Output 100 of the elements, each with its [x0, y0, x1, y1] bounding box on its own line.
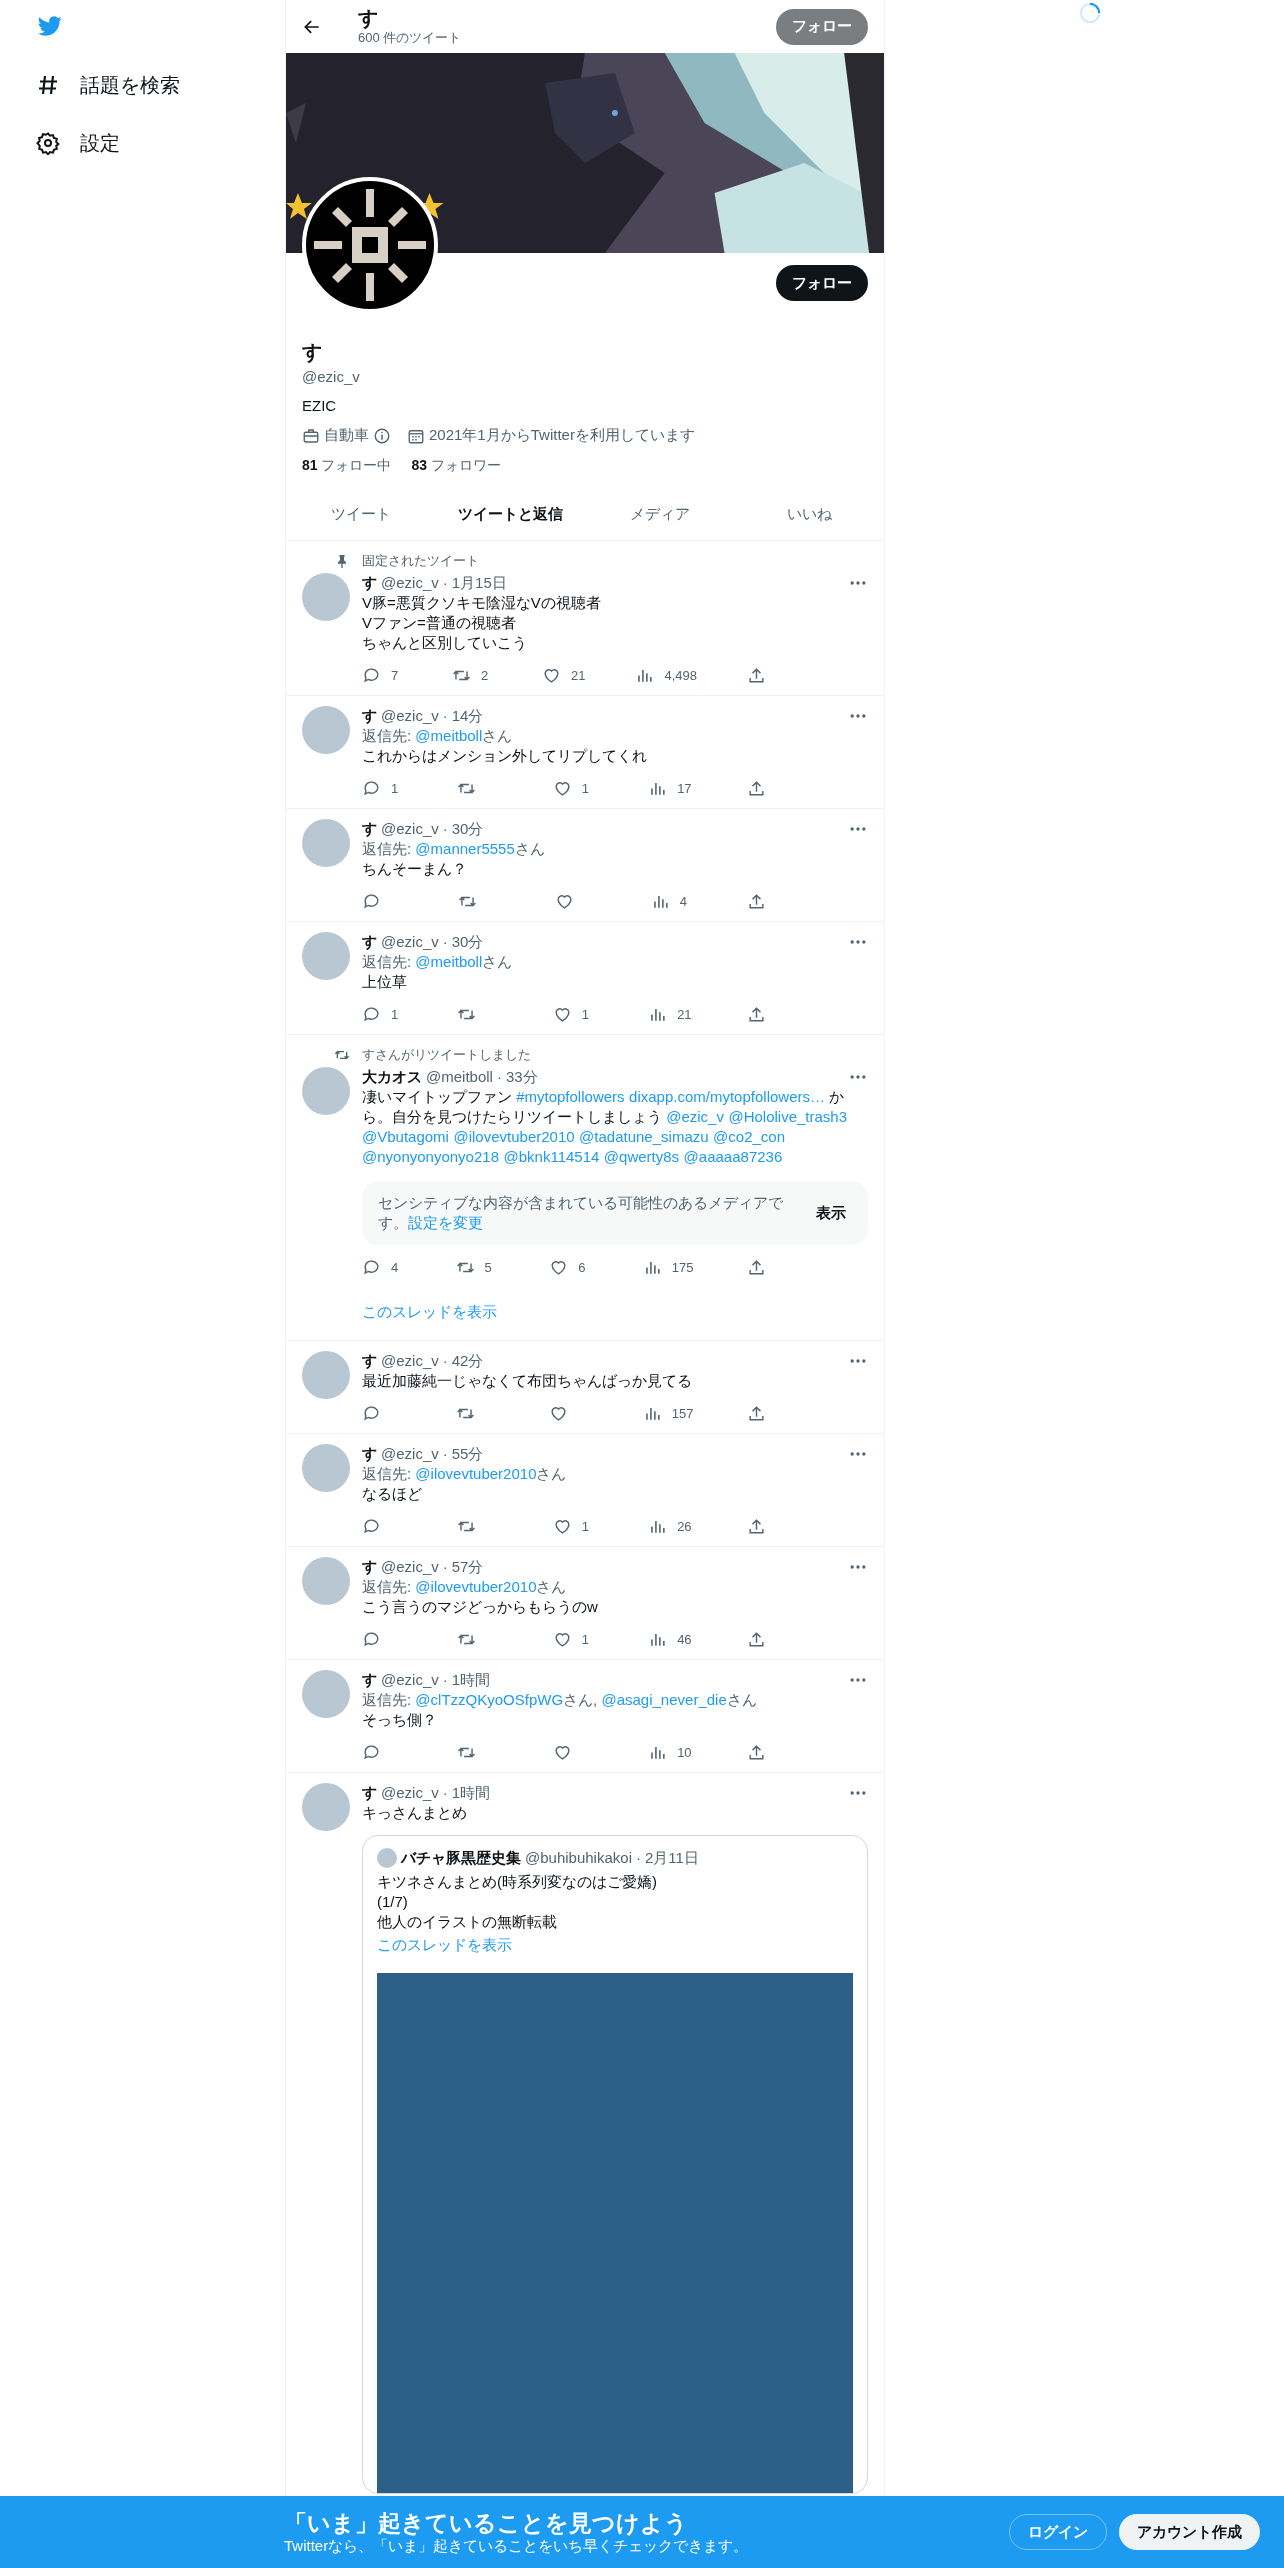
- share-icon: [746, 665, 766, 685]
- share-icon: [747, 891, 766, 911]
- tweet-time[interactable]: 30分: [451, 932, 484, 952]
- tweet-time[interactable]: 1月15日: [451, 573, 507, 593]
- tweet-text-line: Vファン=普通の視聴者: [362, 613, 517, 633]
- author-name[interactable]: す: [362, 819, 377, 839]
- author-name[interactable]: す: [362, 706, 377, 726]
- dot-separator: ·: [442, 932, 448, 952]
- tweet-time[interactable]: 1時間: [451, 1783, 491, 1803]
- retweet-button[interactable]: 2: [452, 665, 492, 685]
- like-button[interactable]: 1: [552, 778, 593, 798]
- bird-logo-icon[interactable]: [36, 14, 64, 38]
- author-handle: @ezic_v: [381, 819, 439, 839]
- views-button[interactable]: 4: [650, 891, 691, 911]
- comment-icon: [362, 1629, 381, 1649]
- profile-tab[interactable]: ツイート: [286, 489, 436, 540]
- tweet-context-label: すさんがリツイートしました: [362, 1046, 531, 1064]
- tweet-text-line: キツネさんまとめ(時系列変なのはご愛嬌): [377, 1872, 658, 1892]
- reply-to-text: 返信先: @meitbollさん: [362, 726, 514, 746]
- following-link[interactable]: 81 フォロー中: [302, 457, 392, 475]
- reply-button[interactable]: 1: [362, 1004, 402, 1024]
- author-name[interactable]: す: [362, 1444, 377, 1464]
- tweet-time[interactable]: 55分: [451, 1444, 484, 1464]
- tweet-text-line: ちゃんと区別していこう: [362, 633, 528, 653]
- author-name[interactable]: す: [362, 1557, 377, 1577]
- followers-link[interactable]: 83 フォロワー: [411, 457, 501, 475]
- views-button[interactable]: 157: [642, 1403, 694, 1423]
- sidebar-item[interactable]: 話題を検索: [36, 56, 285, 114]
- views-button[interactable]: 46: [648, 1629, 692, 1649]
- author-name[interactable]: す: [362, 1351, 377, 1371]
- share-icon: [746, 1742, 766, 1762]
- tweet-time[interactable]: 57分: [451, 1557, 484, 1577]
- tweet-time[interactable]: 14分: [451, 706, 484, 726]
- author-name: バチャ豚黒歴史集: [401, 1848, 521, 1868]
- tweet-text-line: 他人のイラストの無断転載: [377, 1912, 558, 1932]
- views-button[interactable]: 10: [648, 1742, 692, 1762]
- profile-handle: @ezic_v: [302, 368, 361, 385]
- reply-button[interactable]: 7: [362, 665, 402, 685]
- follow-button[interactable]: フォロー: [776, 8, 868, 45]
- views-button[interactable]: 17: [648, 778, 692, 798]
- author-name[interactable]: 大カオス: [362, 1067, 422, 1087]
- follow-button[interactable]: フォロー: [776, 265, 868, 301]
- comment-icon: [362, 778, 381, 798]
- share-icon: [746, 1403, 766, 1423]
- profile-title: す: [358, 6, 379, 29]
- tweet-text-line: こう言うのマジどっからもらうのw: [362, 1597, 599, 1617]
- profile-category: 自動車: [324, 426, 369, 445]
- comment-icon: [362, 891, 381, 911]
- comment-icon: [362, 1403, 381, 1423]
- tweet-time[interactable]: 42分: [451, 1351, 484, 1371]
- tweet-time[interactable]: 33分: [505, 1067, 538, 1087]
- signup-subtitle: Twitterなら、「いま」起きていることをいち早くチェックできます。: [284, 2536, 749, 2556]
- author-handle: @ezic_v: [381, 932, 439, 952]
- like-button[interactable]: 21: [541, 665, 586, 685]
- tweet-time: 2月11日: [644, 1848, 699, 1868]
- show-button[interactable]: 表示: [810, 1202, 852, 1224]
- like-button[interactable]: 1: [552, 1004, 593, 1024]
- dot-separator: ·: [496, 1067, 502, 1087]
- author-name[interactable]: す: [362, 932, 377, 952]
- retweet-button[interactable]: 5: [455, 1257, 496, 1277]
- comment-icon: [362, 1004, 381, 1024]
- author-name[interactable]: す: [362, 573, 377, 593]
- profile-tab[interactable]: メディア: [585, 489, 735, 540]
- like-button[interactable]: 1: [552, 1516, 593, 1536]
- tweet-time[interactable]: 1時間: [451, 1670, 491, 1690]
- tweet-text-line: これからはメンション外してリプしてくれ: [362, 746, 648, 766]
- comment-icon: [362, 1742, 381, 1762]
- views-button[interactable]: 21: [648, 1004, 692, 1024]
- share-icon: [746, 778, 766, 798]
- dot-separator: ·: [442, 1351, 448, 1371]
- tweet-text-line: 上位草: [362, 972, 408, 992]
- dot-separator: ·: [442, 573, 448, 593]
- like-button[interactable]: 1: [552, 1629, 593, 1649]
- views-button[interactable]: 175: [642, 1257, 694, 1277]
- reply-to-text: 返信先: @manner5555さん: [362, 839, 546, 859]
- views-button[interactable]: 4,498: [635, 665, 697, 685]
- briefcase-icon: [302, 426, 320, 445]
- comment-icon: [362, 1257, 381, 1277]
- profile-tab[interactable]: いいね: [734, 489, 884, 540]
- sidebar-item[interactable]: 設定: [36, 114, 285, 172]
- reply-button[interactable]: 1: [362, 778, 402, 798]
- author-handle: @meitboll: [426, 1067, 493, 1087]
- reply-button[interactable]: 4: [362, 1257, 402, 1277]
- author-name[interactable]: す: [362, 1670, 377, 1690]
- reply-to-text: 返信先: @ilovevtuber2010さん: [362, 1577, 568, 1597]
- author-handle: @ezic_v: [381, 1444, 439, 1464]
- views-button[interactable]: 26: [648, 1516, 692, 1536]
- signup-button[interactable]: アカウント作成: [1119, 2514, 1260, 2550]
- author-name[interactable]: す: [362, 1783, 377, 1803]
- author-handle: @ezic_v: [381, 1783, 439, 1803]
- author-handle: @ezic_v: [381, 1351, 439, 1371]
- comment-icon: [362, 1516, 381, 1536]
- info-icon[interactable]: [373, 426, 391, 445]
- sensitive-notice-text: センシティブな内容が含まれている可能性のあるメディアです。設定を変更: [378, 1193, 784, 1233]
- like-button[interactable]: 6: [549, 1257, 590, 1277]
- dot-separator: ·: [442, 1557, 448, 1577]
- tweet-time[interactable]: 30分: [451, 819, 484, 839]
- tweet-text-line: そっち側？: [362, 1710, 438, 1730]
- avatar: [377, 1848, 397, 1868]
- author-handle: @ezic_v: [381, 573, 439, 593]
